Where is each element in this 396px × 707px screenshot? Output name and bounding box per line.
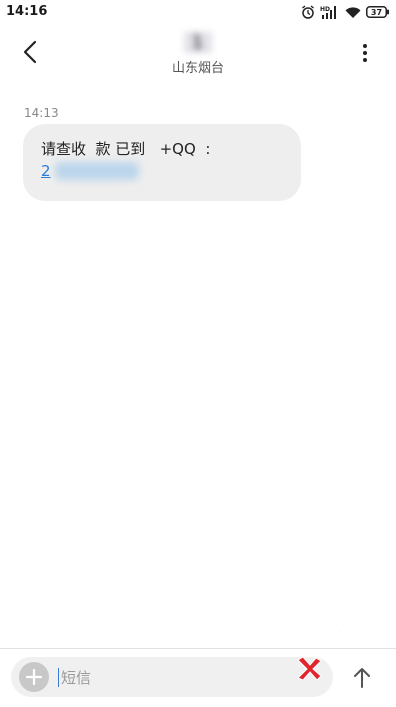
more-vertical-icon	[363, 44, 367, 62]
wifi-icon	[345, 6, 361, 18]
status-icons: HD 37	[301, 3, 390, 21]
add-attachment-button[interactable]	[19, 662, 49, 692]
contact-number: 1	[183, 32, 213, 53]
hd-label: HD	[320, 6, 330, 13]
message-bubble[interactable]: 请查收 款 已到 +QQ : 2	[23, 124, 301, 201]
hd-signal-icon: HD	[320, 6, 336, 19]
message-timestamp: 14:13	[24, 106, 59, 120]
message-link-text: 2	[41, 162, 51, 180]
message-link[interactable]: 2	[41, 160, 139, 182]
more-options-button[interactable]	[354, 38, 376, 68]
battery-level: 37	[371, 8, 382, 17]
message-text: 请查收 款 已到 +QQ :	[41, 140, 211, 158]
conversation-header: 1 山东烟台	[0, 24, 396, 84]
status-bar: 14:16 HD 37	[0, 0, 396, 24]
message-input[interactable]: 短信	[11, 657, 333, 697]
status-time: 14:16	[6, 4, 48, 19]
battery-icon: 37	[366, 6, 389, 18]
redacted-link-mask	[55, 162, 139, 180]
text-cursor	[58, 668, 59, 687]
contact-location: 山东烟台	[171, 61, 224, 76]
plus-icon	[26, 669, 42, 685]
compose-bar: 短信	[0, 648, 396, 707]
send-button[interactable]	[346, 662, 378, 694]
input-placeholder: 短信	[61, 669, 92, 687]
watermark-text: 卡农社区	[307, 582, 386, 652]
contact-title: 1	[0, 32, 396, 54]
alarm-icon	[302, 5, 314, 19]
arrow-up-icon	[354, 668, 370, 688]
